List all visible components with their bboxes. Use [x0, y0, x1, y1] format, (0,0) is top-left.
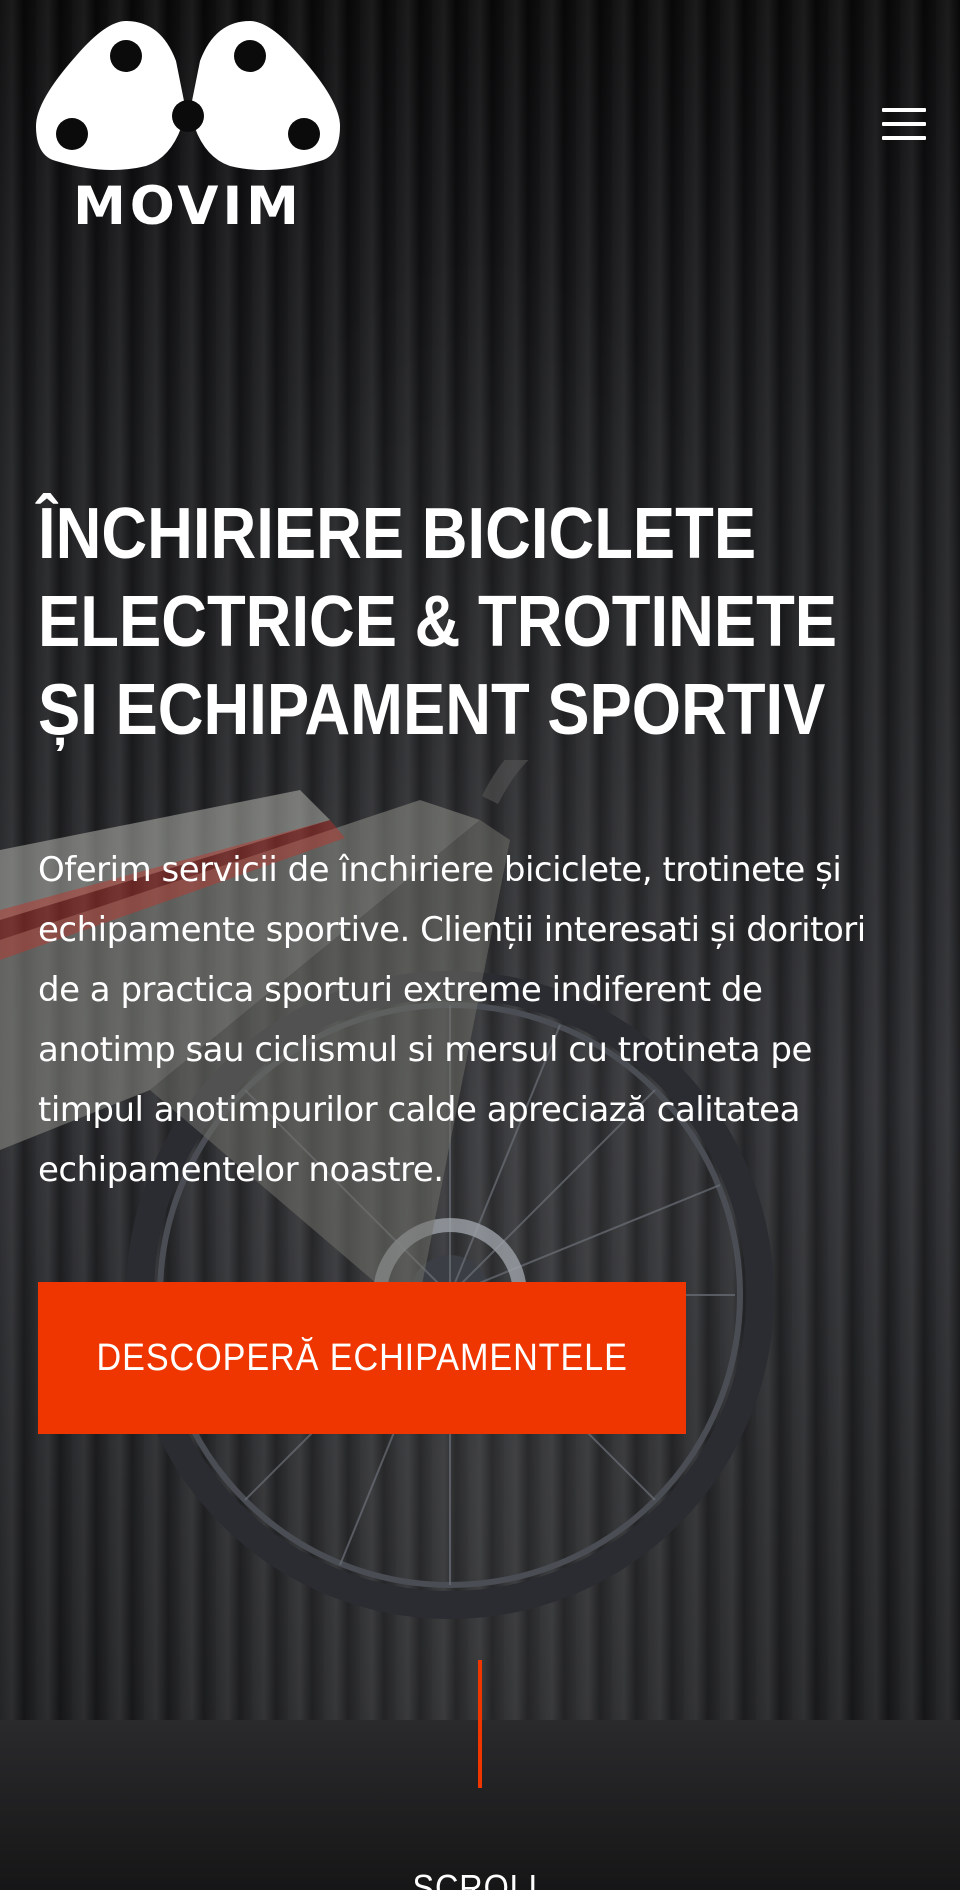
hero-content: ÎNCHIRIERE BICICLETE ELECTRICE & TROTINE… [38, 490, 898, 1190]
hamburger-menu-icon-line [882, 136, 926, 140]
scroll-indicator-line [478, 1660, 482, 1788]
movim-logo[interactable]: MOVIM [36, 16, 340, 246]
site-header: MOVIM [0, 0, 960, 260]
hamburger-menu-icon [882, 108, 926, 112]
logo-text: MOVIM [73, 176, 303, 237]
discover-equipment-button[interactable]: DESCOPERĂ ECHIPAMENTELE [38, 1282, 686, 1434]
cta-label: DESCOPERĂ ECHIPAMENTELE [96, 1336, 628, 1379]
menu-button[interactable] [882, 104, 926, 144]
hero-description: Oferim servicii de închiriere biciclete,… [38, 850, 866, 1190]
hero-section: MOVIM ÎNCHIRIERE BICICLETE ELECTRICE & T… [0, 0, 960, 1890]
hero-title: ÎNCHIRIERE BICICLETE ELECTRICE & TROTINE… [38, 494, 838, 750]
hamburger-menu-icon-line [882, 122, 926, 126]
next-section-label: SCROLL [412, 1867, 548, 1890]
chain-link-logo-icon [36, 21, 340, 170]
